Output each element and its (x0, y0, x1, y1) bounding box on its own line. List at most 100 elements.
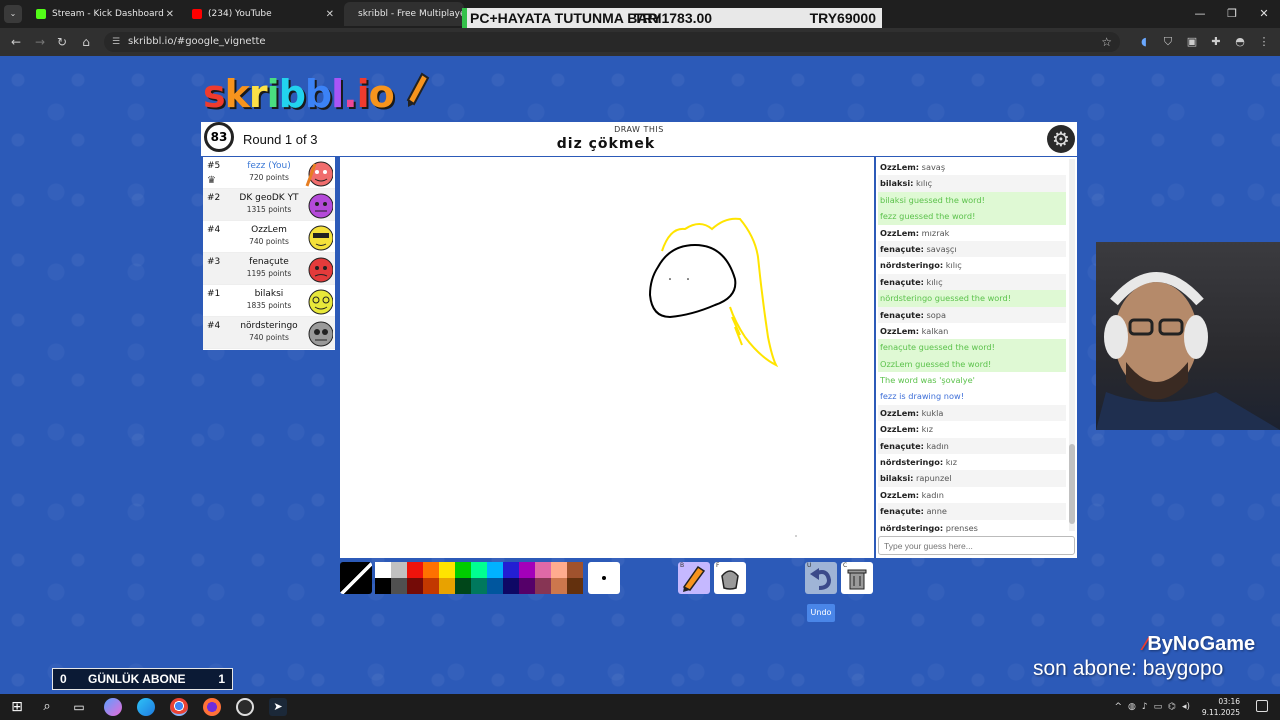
obs-icon[interactable] (236, 698, 254, 716)
player-row[interactable]: #2 DK geoDK YT 1315 points (203, 189, 335, 221)
chat-panel: OzzLem: savaş bilaksi: kılıç bilaksi guess… (876, 157, 1077, 558)
restore-icon[interactable]: ❐ (1216, 0, 1248, 28)
site-info-icon[interactable]: ☰ (112, 37, 122, 47)
close-icon[interactable]: ✕ (166, 9, 174, 20)
color-swatch[interactable] (439, 578, 455, 594)
firefox-icon[interactable] (203, 698, 221, 716)
current-color-swatch[interactable] (340, 562, 372, 594)
taskbar-clock[interactable]: 03:16 9.11.2025 (1202, 696, 1240, 718)
scrollbar-thumb[interactable] (1069, 444, 1075, 524)
chat-text: bilaksi guessed the word! (880, 194, 985, 205)
extension-icon[interactable]: ▣ (1184, 34, 1200, 50)
tab-youtube[interactable]: (234) YouTube ✕ (184, 2, 340, 26)
chat-message: The word was 'şovalye' (878, 372, 1066, 389)
extension-icon[interactable]: ◖ (1136, 34, 1152, 50)
color-swatch[interactable] (519, 562, 535, 578)
color-swatch[interactable] (455, 578, 471, 594)
clear-button[interactable]: C (841, 562, 873, 594)
reload-icon[interactable]: ↻ (54, 34, 70, 50)
tray-app-icon[interactable]: ◍ (1128, 702, 1136, 712)
brush-size-button[interactable] (588, 562, 620, 594)
back-icon[interactable]: ← (8, 34, 24, 50)
url-input[interactable]: ☰ skribbl.io/#google_vignette ☆ (104, 32, 1120, 52)
close-window-icon[interactable]: ✕ (1248, 0, 1280, 28)
minimize-icon[interactable]: — (1184, 0, 1216, 28)
color-swatch[interactable] (439, 562, 455, 578)
pen-tool-button[interactable]: B (678, 562, 710, 594)
color-swatch[interactable] (471, 578, 487, 594)
chat-author: OzzLem: (880, 489, 920, 500)
undo-button[interactable]: U (805, 562, 837, 594)
pencil-icon (406, 72, 430, 107)
tab-skribbl[interactable]: skribbl - Free Multiplayer D (344, 2, 464, 26)
taskbar-date: 9.11.2025 (1201, 708, 1240, 717)
color-swatch[interactable] (551, 578, 567, 594)
tab-kick[interactable]: Stream - Kick Dashboard ✕ (28, 2, 180, 26)
color-swatch[interactable] (551, 562, 567, 578)
player-row[interactable]: #3 fenaçute 1195 points (203, 253, 335, 285)
color-swatch[interactable] (503, 562, 519, 578)
microphone-icon[interactable]: ♪ (1142, 702, 1148, 712)
player-row[interactable]: #5 ♛ fezz (You) 720 points (203, 157, 335, 189)
chat-author: nördsteringo: (880, 457, 944, 468)
task-view-icon[interactable]: ▭ (70, 698, 88, 716)
network-icon[interactable]: ⌬ (1168, 702, 1176, 712)
color-swatch[interactable] (455, 562, 471, 578)
bookmark-star-icon[interactable]: ☆ (1101, 32, 1112, 52)
color-swatch[interactable] (535, 578, 551, 594)
menu-dots-icon[interactable]: ⋮ (1256, 34, 1272, 50)
color-swatch[interactable] (471, 562, 487, 578)
search-icon[interactable]: ⌕ (38, 698, 56, 716)
chevron-up-icon[interactable]: ^ (1114, 702, 1122, 712)
copilot-icon[interactable] (104, 698, 122, 716)
color-swatch[interactable] (519, 578, 535, 594)
steam-icon[interactable]: ➤ (269, 698, 287, 716)
color-swatch[interactable] (423, 578, 439, 594)
color-swatch[interactable] (407, 578, 423, 594)
profile-icon[interactable]: ◓ (1232, 34, 1248, 50)
fill-tool-button[interactable]: F (714, 562, 746, 594)
player-row[interactable]: #4 OzzLem 740 points (203, 221, 335, 253)
windows-start-icon[interactable]: ⊞ (8, 698, 26, 716)
chat-scrollbar[interactable] (1069, 159, 1075, 531)
color-swatch[interactable] (407, 562, 423, 578)
color-swatch[interactable] (535, 562, 551, 578)
tab-menu-icon[interactable]: ⌄ (4, 5, 22, 23)
color-swatch[interactable] (487, 562, 503, 578)
player-row[interactable]: #1 bilaksi 1835 points (203, 285, 335, 317)
edge-icon[interactable] (137, 698, 155, 716)
ticker-accent (462, 8, 467, 28)
battery-icon[interactable]: ▭ (1154, 702, 1163, 712)
chat-author: OzzLem: (880, 227, 920, 238)
shield-icon[interactable]: ⛉ (1160, 34, 1176, 50)
player-row[interactable]: #4 nördsteringo 740 points (203, 317, 335, 349)
player-points: 1315 points (246, 205, 292, 214)
chat-message: OzzLem: kız (878, 421, 1066, 437)
drawing-strokes (648, 217, 797, 537)
chat-text: kılıç (943, 260, 962, 271)
color-swatch[interactable] (375, 578, 391, 594)
color-swatch[interactable] (391, 578, 407, 594)
color-swatch[interactable] (487, 578, 503, 594)
home-icon[interactable]: ⌂ (78, 34, 94, 50)
color-swatch[interactable] (423, 562, 439, 578)
notification-icon[interactable] (1256, 700, 1268, 712)
puzzle-icon[interactable]: ✚ (1208, 34, 1224, 50)
fill-key-hint: F (716, 562, 720, 569)
color-swatch[interactable] (391, 562, 407, 578)
chat-messages[interactable]: OzzLem: savaş bilaksi: kılıç bilaksi guess… (878, 159, 1066, 536)
chrome-icon[interactable] (170, 698, 188, 716)
color-swatch[interactable] (503, 578, 519, 594)
ticker-right-text: TRY69000 (809, 10, 876, 26)
settings-gear-icon[interactable]: ⚙ (1047, 125, 1075, 153)
close-icon[interactable]: ✕ (326, 9, 334, 20)
guess-input[interactable] (878, 536, 1075, 555)
color-swatch[interactable] (567, 578, 583, 594)
forward-icon[interactable]: → (32, 34, 48, 50)
color-swatch[interactable] (375, 562, 391, 578)
volume-icon[interactable]: ◂) (1182, 702, 1190, 712)
drawing-canvas[interactable] (340, 157, 874, 558)
chat-text: prenses (943, 522, 978, 533)
color-swatch[interactable] (567, 562, 583, 578)
brand-text: ByNoGame (1147, 633, 1256, 655)
